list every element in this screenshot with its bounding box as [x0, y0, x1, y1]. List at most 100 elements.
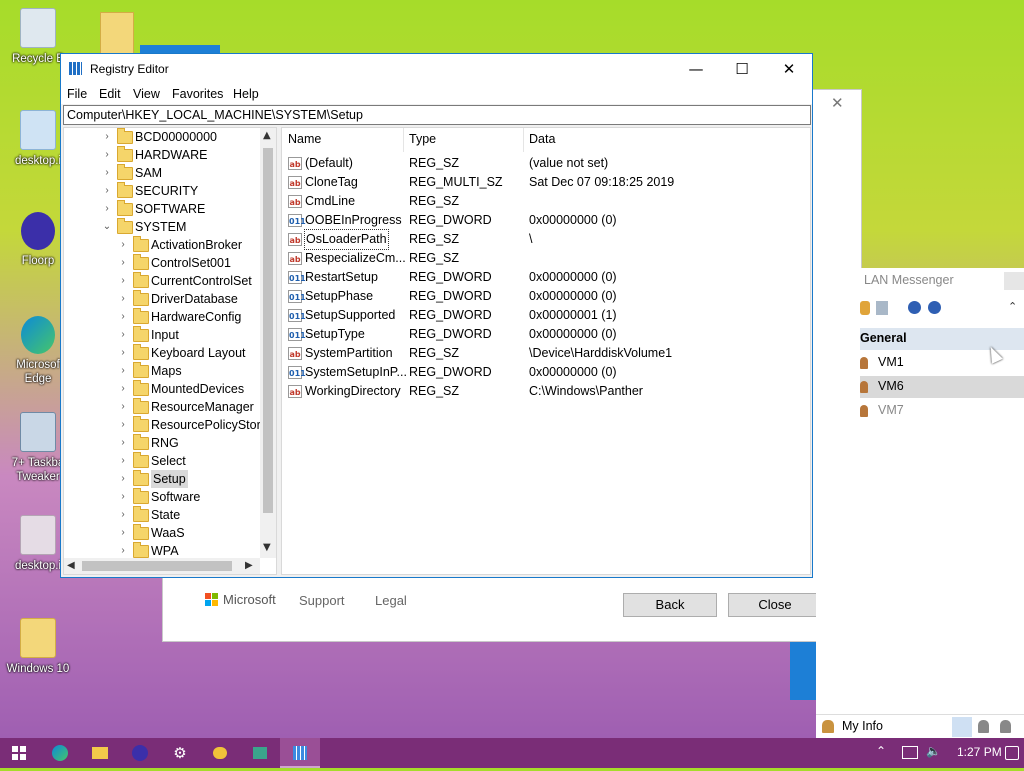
scroll-up-arrow[interactable]: ▲ — [263, 130, 271, 141]
value-row[interactable]: ab CloneTag REG_MULTI_SZ Sat Dec 07 09:18:2… — [282, 173, 810, 192]
chevron-right-icon[interactable]: › — [102, 200, 112, 218]
column-header-type[interactable]: Type — [409, 132, 436, 146]
messenger-close-button[interactable] — [1004, 272, 1024, 290]
menu-view[interactable]: View — [133, 87, 160, 101]
value-row[interactable]: 011 SetupPhase REG_DWORD 0x00000000 (0) — [282, 287, 810, 306]
chevron-down-icon[interactable]: ⌄ — [102, 218, 112, 236]
column-header-name[interactable]: Name — [288, 132, 321, 146]
tree-item[interactable]: ⌄ SYSTEM — [64, 218, 260, 236]
tree-item[interactable]: › HARDWARE — [64, 146, 260, 164]
close-button[interactable]: ✕ — [766, 54, 812, 84]
column-header-data[interactable]: Data — [529, 132, 555, 146]
chevron-right-icon[interactable]: › — [118, 434, 128, 452]
chevron-right-icon[interactable]: › — [118, 398, 128, 416]
scroll-thumb[interactable] — [82, 561, 232, 571]
chevron-right-icon[interactable]: › — [118, 272, 128, 290]
column-divider[interactable] — [403, 128, 404, 152]
chevron-right-icon[interactable]: › — [118, 254, 128, 272]
chevron-right-icon[interactable]: › — [118, 524, 128, 542]
taskbar-lan-messenger[interactable] — [200, 738, 240, 768]
tree-item[interactable]: › WaaS — [64, 524, 260, 542]
taskbar-edge[interactable] — [40, 738, 80, 768]
value-row[interactable]: ab RespecializeCm... REG_SZ — [282, 249, 810, 268]
my-info-label[interactable]: My Info — [842, 719, 883, 733]
value-row[interactable]: ab (Default) REG_SZ (value not set) — [282, 154, 810, 173]
info-icon[interactable] — [928, 301, 941, 314]
menu-edit[interactable]: Edit — [99, 87, 121, 101]
notification-icon[interactable] — [1005, 746, 1019, 760]
value-row[interactable]: 011 OOBEInProgress REG_DWORD 0x00000000 (0) — [282, 211, 810, 230]
chevron-right-icon[interactable]: › — [118, 488, 128, 506]
tree-item[interactable]: › Setup — [64, 470, 260, 488]
menu-file[interactable]: File — [67, 87, 87, 101]
desktop-icon-windows10[interactable]: Windows 10 — [3, 618, 73, 676]
tree-item[interactable]: › ActivationBroker — [64, 236, 260, 254]
close-button[interactable]: Close — [728, 593, 822, 617]
scroll-thumb[interactable] — [263, 148, 273, 513]
value-row[interactable]: ab CmdLine REG_SZ — [282, 192, 810, 211]
tree-vertical-scrollbar[interactable]: ▲ ▼ — [260, 128, 276, 558]
value-row[interactable]: ab WorkingDirectory REG_SZ C:\Windows\Panth… — [282, 382, 810, 401]
chevron-right-icon[interactable]: › — [118, 362, 128, 380]
tree-item[interactable]: › SOFTWARE — [64, 200, 260, 218]
history-icon[interactable] — [876, 301, 888, 315]
legal-link[interactable]: Legal — [375, 593, 407, 608]
chevron-right-icon[interactable]: › — [118, 236, 128, 254]
menu-favorites[interactable]: Favorites — [172, 87, 223, 101]
close-icon[interactable]: ✕ — [831, 94, 844, 112]
chevron-right-icon[interactable]: › — [102, 182, 112, 200]
maximize-button[interactable]: ☐ — [719, 54, 765, 84]
user-list-item-vm6[interactable]: VM6 — [860, 376, 1024, 398]
taskbar-file-explorer[interactable] — [80, 738, 120, 768]
chevron-right-icon[interactable]: › — [102, 128, 112, 146]
address-bar[interactable]: Computer\HKEY_LOCAL_MACHINE\SYSTEM\Setup — [63, 105, 811, 125]
scroll-down-arrow[interactable]: ▼ — [263, 542, 271, 553]
menu-help[interactable]: Help — [233, 87, 259, 101]
value-row[interactable]: ab SystemPartition REG_SZ \Device\HarddiskV… — [282, 344, 810, 363]
volume-muted-icon[interactable]: 🔈 — [926, 744, 941, 758]
chevron-right-icon[interactable]: › — [118, 290, 128, 308]
back-button[interactable]: Back — [623, 593, 717, 617]
chevron-up-icon[interactable]: ⌃ — [1008, 300, 1017, 313]
chevron-right-icon[interactable]: › — [118, 308, 128, 326]
chevron-right-icon[interactable]: › — [118, 416, 128, 434]
chevron-right-icon[interactable]: › — [118, 452, 128, 470]
value-row[interactable]: 011 SetupType REG_DWORD 0x00000000 (0) — [282, 325, 810, 344]
taskbar-floorp[interactable] — [120, 738, 160, 768]
scroll-right-arrow[interactable]: ▶ — [245, 560, 253, 571]
group-header[interactable]: General — [860, 328, 1024, 350]
tree-item[interactable]: › Maps — [64, 362, 260, 380]
status-online-icon[interactable] — [952, 717, 972, 737]
emoticon-icon[interactable] — [860, 301, 870, 315]
title-bar[interactable]: Registry Editor — ☐ ✕ — [61, 54, 812, 84]
tree-item[interactable]: › MountedDevices — [64, 380, 260, 398]
network-icon[interactable] — [902, 746, 918, 759]
user-list-item-vm7[interactable]: VM7 — [860, 400, 1024, 422]
taskbar-app[interactable] — [240, 738, 280, 768]
folder-icon[interactable] — [100, 12, 134, 54]
tree-item[interactable]: › CurrentControlSet — [64, 272, 260, 290]
minimize-button[interactable]: — — [673, 54, 719, 84]
value-row[interactable]: ab OsLoaderPath REG_SZ \ — [282, 229, 810, 250]
tree-item[interactable]: › SECURITY — [64, 182, 260, 200]
tree-item[interactable]: › ResourcePolicyStore — [64, 416, 268, 434]
tree-item[interactable]: › DriverDatabase — [64, 290, 260, 308]
chevron-right-icon[interactable]: › — [118, 326, 128, 344]
tree-item[interactable]: › ResourceManager — [64, 398, 260, 416]
tree-item[interactable]: › Keyboard Layout — [64, 344, 260, 362]
support-link[interactable]: Support — [299, 593, 345, 608]
taskbar-settings[interactable]: ⚙ — [160, 738, 200, 768]
scroll-left-arrow[interactable]: ◀ — [67, 560, 75, 571]
help-icon[interactable] — [908, 301, 921, 314]
tree-item[interactable]: › ControlSet001 — [64, 254, 260, 272]
status-user-icon[interactable] — [978, 720, 989, 733]
chevron-right-icon[interactable]: › — [118, 344, 128, 362]
status-user-icon[interactable] — [1000, 720, 1011, 733]
chevron-right-icon[interactable]: › — [102, 146, 112, 164]
chevron-right-icon[interactable]: › — [118, 470, 128, 488]
chevron-right-icon[interactable]: › — [118, 506, 128, 524]
tree-item[interactable]: › SAM — [64, 164, 260, 182]
clock[interactable]: 1:27 PM — [957, 745, 1002, 759]
column-divider[interactable] — [523, 128, 524, 152]
tree-item[interactable]: › Software — [64, 488, 260, 506]
